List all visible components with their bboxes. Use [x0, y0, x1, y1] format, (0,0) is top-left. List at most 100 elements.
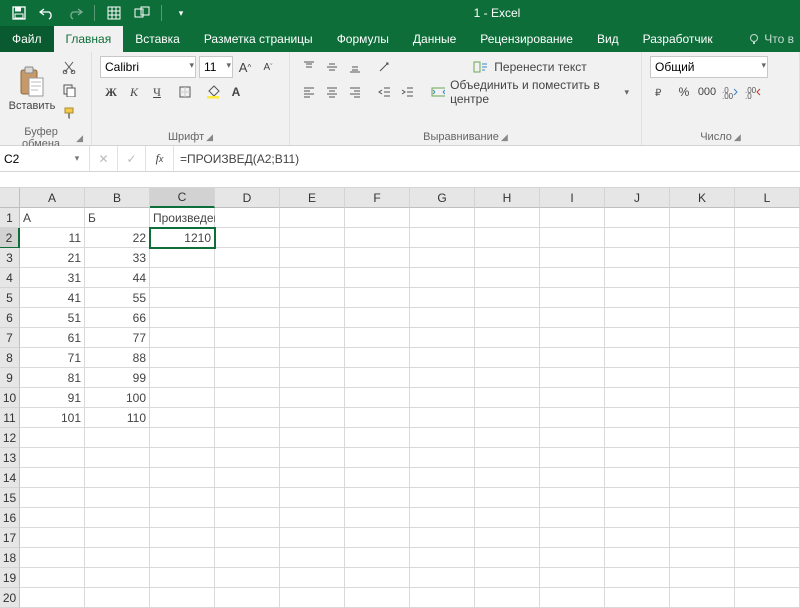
- cell-H6[interactable]: [475, 308, 540, 328]
- cell-F19[interactable]: [345, 568, 410, 588]
- cell-D11[interactable]: [215, 408, 280, 428]
- cell-B11[interactable]: 110: [85, 408, 150, 428]
- cell-C5[interactable]: [150, 288, 215, 308]
- cell-K2[interactable]: [670, 228, 735, 248]
- cell-I17[interactable]: [540, 528, 605, 548]
- align-right-button[interactable]: [344, 81, 366, 103]
- cell-I10[interactable]: [540, 388, 605, 408]
- cell-I20[interactable]: [540, 588, 605, 608]
- cell-E12[interactable]: [280, 428, 345, 448]
- cell-H14[interactable]: [475, 468, 540, 488]
- cell-I3[interactable]: [540, 248, 605, 268]
- cell-B3[interactable]: 33: [85, 248, 150, 268]
- cell-J19[interactable]: [605, 568, 670, 588]
- cell-J6[interactable]: [605, 308, 670, 328]
- cell-J13[interactable]: [605, 448, 670, 468]
- cell-J1[interactable]: [605, 208, 670, 228]
- insert-function-button[interactable]: fx: [146, 146, 174, 171]
- tab-разработчик[interactable]: Разработчик: [631, 26, 725, 52]
- cell-C14[interactable]: [150, 468, 215, 488]
- cell-K6[interactable]: [670, 308, 735, 328]
- cell-K4[interactable]: [670, 268, 735, 288]
- cell-E18[interactable]: [280, 548, 345, 568]
- cell-E7[interactable]: [280, 328, 345, 348]
- col-header-A[interactable]: A: [20, 188, 85, 208]
- cell-F13[interactable]: [345, 448, 410, 468]
- cell-C11[interactable]: [150, 408, 215, 428]
- cell-C17[interactable]: [150, 528, 215, 548]
- cell-G20[interactable]: [410, 588, 475, 608]
- cell-F14[interactable]: [345, 468, 410, 488]
- cell-A9[interactable]: 81: [20, 368, 85, 388]
- tab-главная[interactable]: Главная: [54, 26, 124, 52]
- cell-I13[interactable]: [540, 448, 605, 468]
- merge-center-button[interactable]: Объединить и поместить в центре ▾: [427, 81, 633, 103]
- comma-style-button[interactable]: 000: [696, 81, 718, 103]
- cell-D7[interactable]: [215, 328, 280, 348]
- cell-I12[interactable]: [540, 428, 605, 448]
- cell-E2[interactable]: [280, 228, 345, 248]
- cell-D14[interactable]: [215, 468, 280, 488]
- col-header-D[interactable]: D: [215, 188, 280, 208]
- cut-button[interactable]: [58, 56, 80, 78]
- cell-A3[interactable]: 21: [20, 248, 85, 268]
- cell-J3[interactable]: [605, 248, 670, 268]
- cell-E15[interactable]: [280, 488, 345, 508]
- cell-F3[interactable]: [345, 248, 410, 268]
- bold-button[interactable]: Ж: [100, 81, 122, 103]
- cell-K14[interactable]: [670, 468, 735, 488]
- underline-button[interactable]: Ч: [146, 81, 168, 103]
- align-left-button[interactable]: [298, 81, 320, 103]
- cell-C8[interactable]: [150, 348, 215, 368]
- cell-I6[interactable]: [540, 308, 605, 328]
- cell-L1[interactable]: [735, 208, 800, 228]
- cell-C19[interactable]: [150, 568, 215, 588]
- align-middle-button[interactable]: [321, 56, 343, 78]
- cell-H10[interactable]: [475, 388, 540, 408]
- cell-B6[interactable]: 66: [85, 308, 150, 328]
- cell-C18[interactable]: [150, 548, 215, 568]
- cell-B10[interactable]: 100: [85, 388, 150, 408]
- format-painter-button[interactable]: [58, 102, 80, 124]
- tab-вставка[interactable]: Вставка: [123, 26, 192, 52]
- cell-F7[interactable]: [345, 328, 410, 348]
- cell-I16[interactable]: [540, 508, 605, 528]
- cell-J11[interactable]: [605, 408, 670, 428]
- cell-A1[interactable]: А: [20, 208, 85, 228]
- font-color-button[interactable]: A: [225, 81, 247, 103]
- cell-I14[interactable]: [540, 468, 605, 488]
- wrap-text-button[interactable]: Перенести текст: [427, 56, 633, 78]
- cell-L2[interactable]: [735, 228, 800, 248]
- cell-K19[interactable]: [670, 568, 735, 588]
- row-header-3[interactable]: 3: [0, 248, 20, 268]
- row-header-10[interactable]: 10: [0, 388, 20, 408]
- decrease-indent-button[interactable]: [374, 81, 396, 103]
- cell-J12[interactable]: [605, 428, 670, 448]
- cell-I19[interactable]: [540, 568, 605, 588]
- cell-A4[interactable]: 31: [20, 268, 85, 288]
- row-header-15[interactable]: 15: [0, 488, 20, 508]
- decrease-font-button[interactable]: Aˇ: [257, 56, 279, 78]
- cell-J8[interactable]: [605, 348, 670, 368]
- increase-font-button[interactable]: A^: [234, 56, 256, 78]
- cell-I9[interactable]: [540, 368, 605, 388]
- cell-L18[interactable]: [735, 548, 800, 568]
- align-top-button[interactable]: [298, 56, 320, 78]
- italic-button[interactable]: К: [123, 81, 145, 103]
- cell-C16[interactable]: [150, 508, 215, 528]
- cell-A2[interactable]: 11: [20, 228, 85, 248]
- cell-F11[interactable]: [345, 408, 410, 428]
- cell-G9[interactable]: [410, 368, 475, 388]
- row-header-4[interactable]: 4: [0, 268, 20, 288]
- cell-J20[interactable]: [605, 588, 670, 608]
- borders-button[interactable]: [174, 81, 196, 103]
- accounting-format-button[interactable]: ₽: [650, 81, 672, 103]
- pivot-icon[interactable]: [129, 2, 155, 24]
- orientation-button[interactable]: [374, 56, 396, 78]
- cell-I4[interactable]: [540, 268, 605, 288]
- row-header-20[interactable]: 20: [0, 588, 20, 608]
- cell-I18[interactable]: [540, 548, 605, 568]
- cell-F18[interactable]: [345, 548, 410, 568]
- cell-A11[interactable]: 101: [20, 408, 85, 428]
- cell-D2[interactable]: [215, 228, 280, 248]
